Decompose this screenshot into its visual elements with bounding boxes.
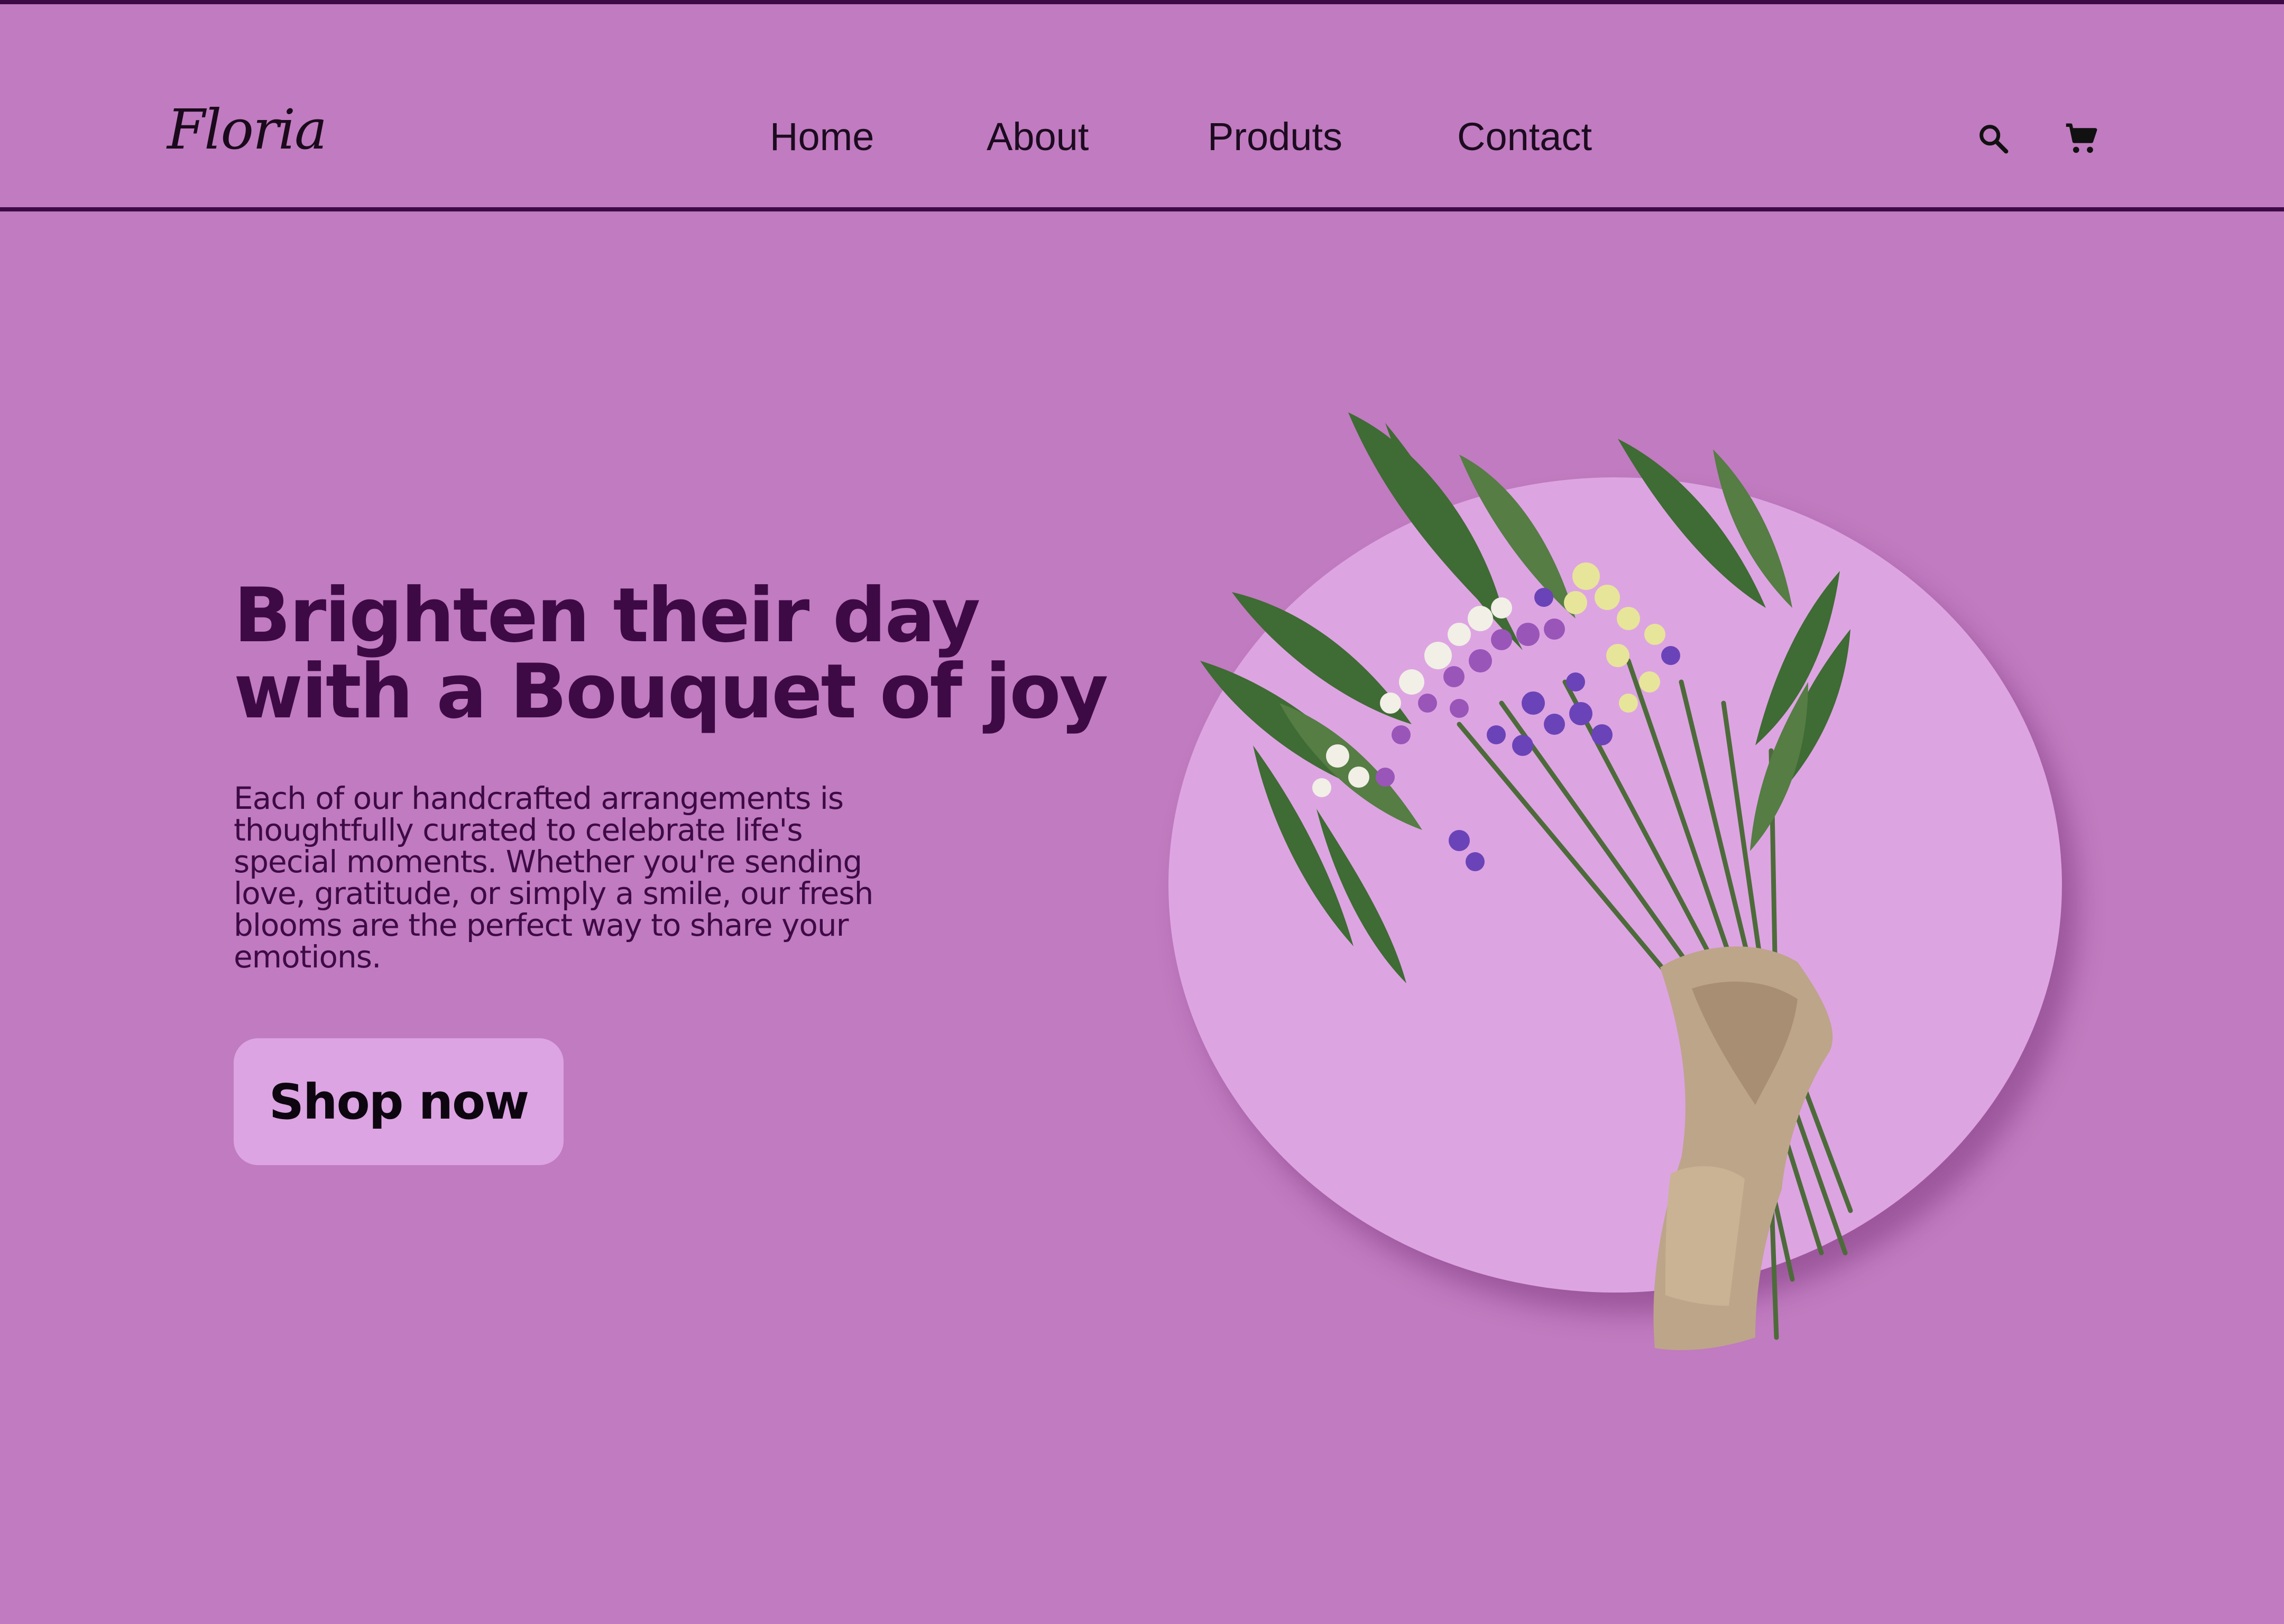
nav-link-products[interactable]: Produts	[1208, 117, 1342, 156]
top-border	[0, 0, 2284, 4]
search-button[interactable]	[1975, 121, 2012, 158]
hero-visual	[1163, 407, 2104, 1369]
cart-button[interactable]	[2063, 121, 2100, 158]
navbar: Floria Home About Produts Contact	[0, 4, 2284, 211]
nav-link-home[interactable]: Home	[770, 117, 874, 156]
shop-now-button[interactable]: Shop now	[234, 1038, 564, 1165]
search-icon	[1979, 125, 2009, 154]
hero-description: Each of our handcrafted arrangements is …	[234, 780, 873, 975]
hero-headline: Brighten their day with a Bouquet of joy	[234, 578, 1108, 730]
cart-icon	[2066, 123, 2097, 153]
bouquet-image	[1200, 412, 1853, 1350]
nav-link-contact[interactable]: Contact	[1457, 117, 1592, 156]
hero-headline-line2: with a Bouquet of joy	[234, 648, 1108, 735]
hero-headline-line1: Brighten their day	[234, 572, 980, 659]
nav-link-about[interactable]: About	[987, 117, 1089, 156]
logo[interactable]: Floria	[167, 102, 327, 157]
